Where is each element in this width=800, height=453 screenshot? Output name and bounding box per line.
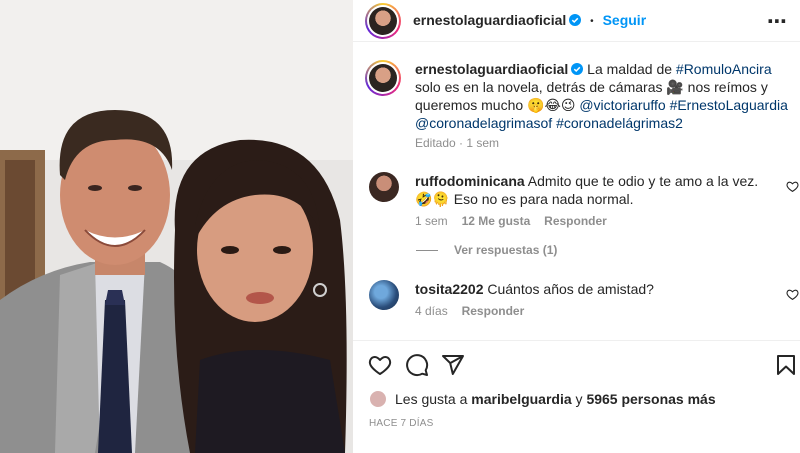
hashtag-ernestolaguardia[interactable]: #ErnestoLaguardia bbox=[670, 97, 788, 113]
comment-avatar[interactable] bbox=[369, 172, 399, 202]
likes-count[interactable]: 5965 personas más bbox=[586, 391, 715, 407]
replies-divider bbox=[416, 249, 438, 251]
view-replies-label[interactable]: Ver respuestas (1) bbox=[454, 243, 557, 257]
post-time-ago[interactable]: HACE 7 DÍAS bbox=[369, 418, 433, 429]
post-header: ernestolaguardiaoficial • Seguir ⋯ bbox=[353, 0, 800, 42]
author-username[interactable]: ernestolaguardiaoficial bbox=[413, 12, 566, 28]
caption-text-1: La maldad de bbox=[587, 61, 676, 77]
share-icon[interactable] bbox=[441, 353, 465, 377]
liker-avatar[interactable] bbox=[369, 390, 387, 408]
header-separator: • bbox=[590, 16, 594, 27]
comment-likes[interactable]: 12 Me gusta bbox=[462, 214, 531, 228]
comment-time: 4 días bbox=[415, 304, 448, 318]
heart-icon[interactable] bbox=[368, 353, 392, 377]
verified-icon bbox=[571, 63, 584, 75]
verified-icon bbox=[569, 14, 582, 26]
reply-button[interactable]: Responder bbox=[544, 214, 607, 228]
likes-middle: y bbox=[571, 391, 587, 407]
comment-time: 1 sem bbox=[415, 214, 448, 228]
caption-username[interactable]: ernestolaguardiaoficial bbox=[415, 61, 568, 77]
author-avatar[interactable] bbox=[365, 3, 401, 39]
view-replies[interactable]: Ver respuestas (1) bbox=[416, 243, 557, 257]
caption-text: ernestolaguardiaoficial La maldad de #Ro… bbox=[415, 60, 795, 132]
mention-victoriaruffo[interactable]: @victoriaruffo bbox=[579, 97, 665, 113]
likes-prefix: Les gusta a bbox=[395, 391, 472, 407]
liker-username[interactable]: maribelguardia bbox=[471, 391, 571, 407]
comment-username[interactable]: tosita2202 bbox=[415, 281, 483, 297]
hashtag-coronadelagrimas2[interactable]: #coronadelágrimas2 bbox=[556, 115, 683, 131]
bookmark-icon[interactable] bbox=[774, 353, 798, 377]
likes-summary: Les gusta a maribelguardia y 5965 person… bbox=[369, 390, 716, 408]
reply-button[interactable]: Responder bbox=[462, 304, 525, 318]
comment-text: ruffodominicana Admito que te odio y te … bbox=[415, 172, 770, 208]
hashtag-romuloancira[interactable]: #RomuloAncira bbox=[676, 61, 772, 77]
post-photo[interactable] bbox=[0, 0, 353, 453]
post-panel: ernestolaguardiaoficial • Seguir ⋯ ernes… bbox=[353, 0, 800, 453]
comment-body: Cuántos años de amistad? bbox=[487, 281, 654, 297]
comment-icon[interactable] bbox=[405, 353, 429, 377]
mention-coronadelagrimasof[interactable]: @coronadelagrimasof bbox=[415, 115, 552, 131]
comment-avatar[interactable] bbox=[369, 280, 399, 310]
follow-button[interactable]: Seguir bbox=[603, 12, 647, 28]
caption-meta: Editado · 1 sem bbox=[415, 136, 500, 150]
photo-illustration bbox=[0, 0, 353, 453]
comment-heart-icon[interactable] bbox=[786, 180, 799, 193]
caption-avatar[interactable] bbox=[365, 60, 401, 96]
more-options-icon[interactable]: ⋯ bbox=[767, 9, 788, 34]
comment-username[interactable]: ruffodominicana bbox=[415, 173, 525, 189]
comment-text: tosita2202 Cuántos años de amistad? bbox=[415, 280, 770, 298]
action-bar bbox=[353, 340, 800, 386]
comment-heart-icon[interactable] bbox=[786, 288, 799, 301]
